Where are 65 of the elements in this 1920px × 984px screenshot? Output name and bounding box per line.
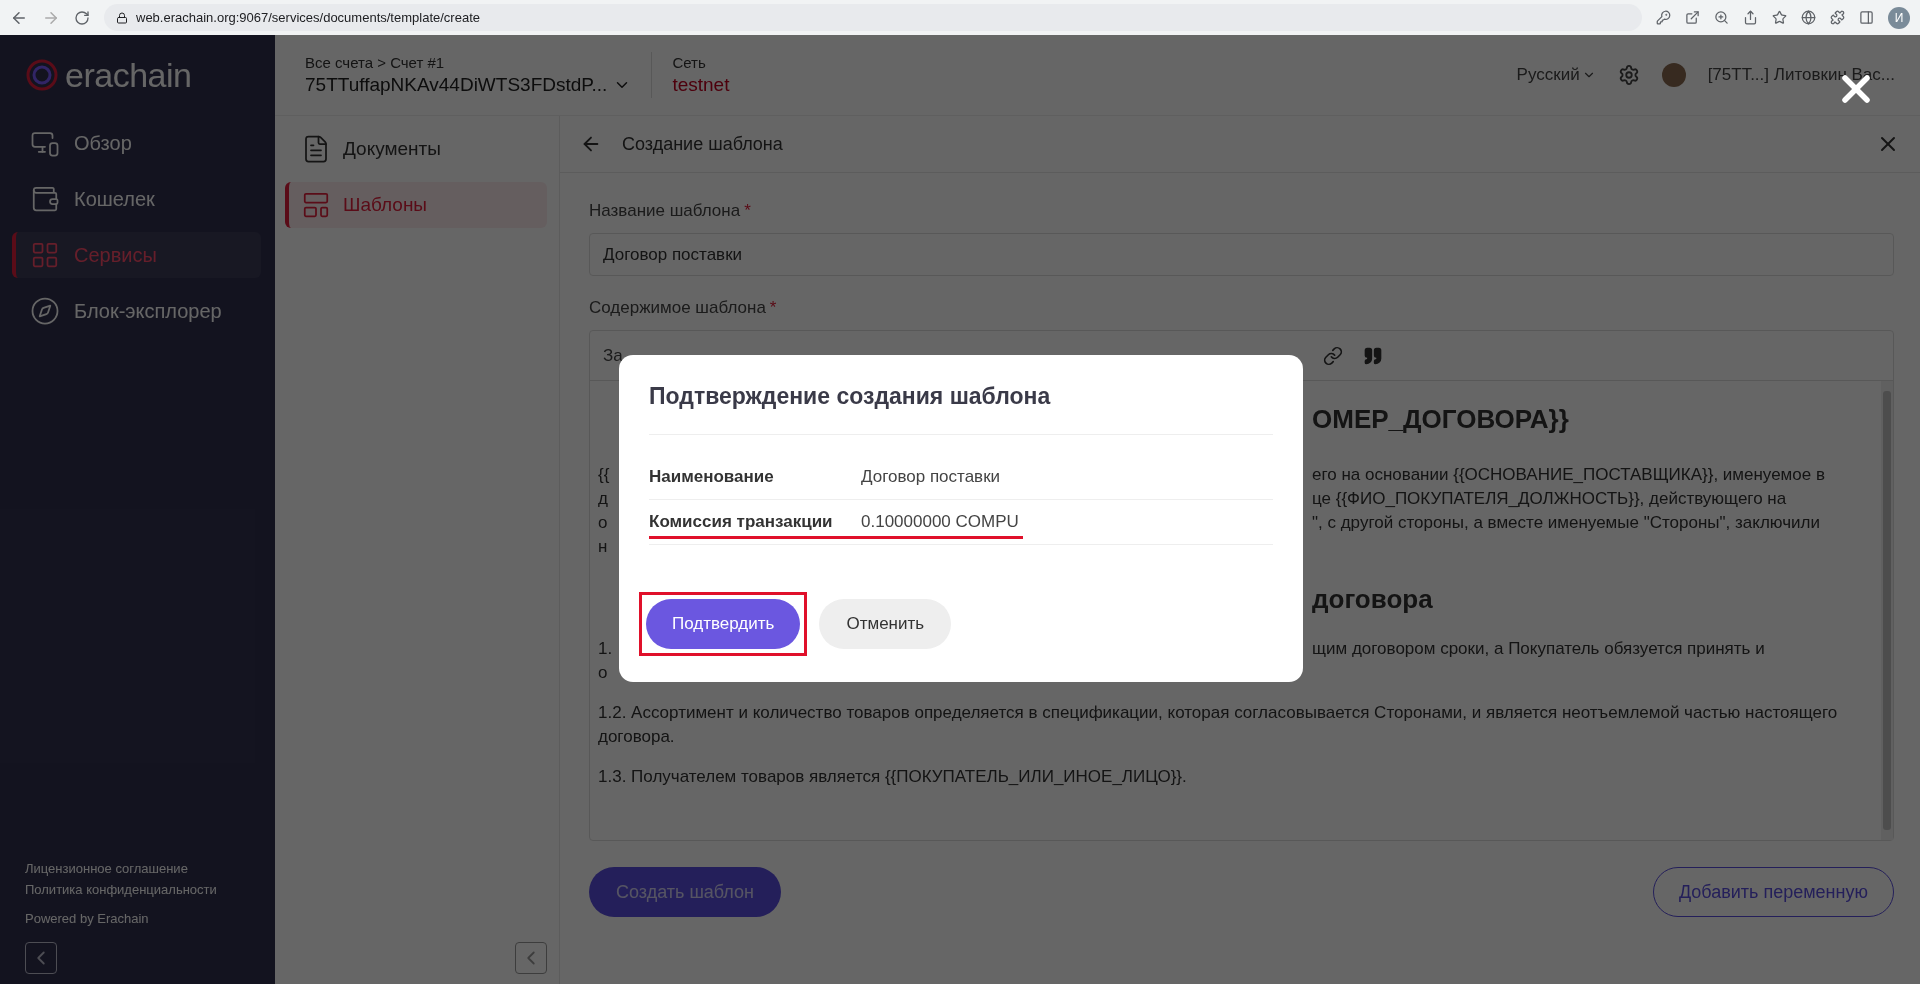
profile-avatar[interactable]: И bbox=[1888, 6, 1910, 29]
side-panel-icon[interactable] bbox=[1859, 10, 1874, 25]
logo-icon bbox=[25, 58, 59, 92]
row-label: Комиссия транзакции bbox=[649, 512, 834, 532]
editor-heading: ОМЕР_ДОГОВОРА}} bbox=[1312, 403, 1569, 436]
grid-icon bbox=[30, 240, 60, 270]
field-label: Название шаблона bbox=[589, 201, 741, 220]
wallet-icon bbox=[30, 184, 60, 214]
network-name: testnet bbox=[672, 74, 730, 96]
editor-text: ", с другой стороны, а вместе именуемые "Стороны", заключили bbox=[1312, 512, 1820, 534]
account-selector[interactable]: 75TTuffapNKAv44DiWTS3FDstdP... bbox=[305, 74, 632, 96]
language-selector[interactable]: Русский bbox=[1516, 65, 1580, 85]
format-dropdown[interactable]: За bbox=[603, 345, 623, 366]
subnav-item[interactable]: Шаблоны bbox=[285, 182, 547, 228]
editor-text: его на основании {{ОСНОВАНИЕ_ПОСТАВЩИКА}}, именуемое в bbox=[1312, 464, 1825, 486]
editor-text: це {{ФИО_ПОКУПАТЕЛЯ_ДОЛЖНОСТЬ}}, действующего на bbox=[1312, 488, 1787, 510]
open-external-icon[interactable] bbox=[1685, 10, 1700, 25]
editor-heading: договора bbox=[1312, 583, 1433, 616]
network-label: Сеть bbox=[672, 54, 707, 71]
row-value: 0.10000000 COMPU bbox=[861, 512, 1019, 532]
required-mark: * bbox=[744, 201, 751, 220]
logo-text: erachain bbox=[65, 55, 192, 95]
editor-paragraph: 1.3. Получателем товаров является {{ПОКУПАТЕЛЬ_ИЛИ_ИНОЕ_ЛИЦО}}. bbox=[598, 766, 1188, 788]
footer-link[interactable]: Лицензионное соглашение bbox=[25, 861, 250, 876]
editor-text: д bbox=[598, 488, 608, 510]
key-icon[interactable] bbox=[1656, 10, 1671, 25]
reload-icon[interactable] bbox=[74, 9, 90, 26]
template-name-field[interactable]: Договор поставки bbox=[589, 233, 1894, 276]
subnav-item[interactable]: Документы bbox=[285, 126, 547, 172]
page-title: Создание шаблона bbox=[622, 133, 783, 155]
editor-text: о bbox=[598, 512, 608, 534]
editor-paragraph: 1.2. Ассортимент и количество товаров определяется в спецификации, которая согласовывается Сторонами, и является неотъемлемой частью настоящего договора. bbox=[598, 702, 1839, 748]
confirm-button[interactable]: Подтвердить bbox=[646, 599, 801, 649]
dialog-title: Подтверждение создания шаблона bbox=[649, 383, 1273, 435]
footer-link[interactable]: Политика конфиденциальности bbox=[25, 882, 250, 897]
scrollbar[interactable] bbox=[1881, 381, 1893, 840]
globe-icon[interactable] bbox=[1801, 10, 1816, 25]
editor-text: н bbox=[598, 536, 608, 558]
puzzle-icon[interactable] bbox=[1830, 10, 1845, 25]
compass-icon bbox=[30, 296, 60, 326]
settings-icon[interactable] bbox=[1617, 64, 1640, 86]
required-mark: * bbox=[769, 298, 777, 317]
row-label: Наименование bbox=[649, 467, 775, 487]
address-bar[interactable]: web.erachain.org:9067/services/documents/template/create bbox=[104, 4, 1642, 31]
add-variable-button[interactable]: Добавить переменную bbox=[1652, 867, 1894, 917]
link-icon[interactable] bbox=[1322, 345, 1343, 366]
sidebar-item[interactable]: Кошелек bbox=[12, 176, 261, 222]
cancel-button[interactable]: Отменить bbox=[819, 599, 952, 649]
sidebar-item[interactable]: Обзор bbox=[12, 120, 261, 166]
user-avatar bbox=[1661, 63, 1686, 87]
breadcrumb[interactable]: Все счета > Счет #1 bbox=[305, 54, 632, 71]
zoom-icon[interactable] bbox=[1714, 10, 1729, 25]
sidebar-item[interactable]: Блок-эксплорер bbox=[12, 288, 261, 334]
editor-text: щим договором сроки, а Покупатель обязуется принять и bbox=[1312, 638, 1765, 660]
field-label: Содержимое шаблона bbox=[589, 298, 766, 317]
editor-text: 1. bbox=[598, 638, 613, 660]
editor-text: {{ bbox=[598, 464, 610, 486]
lock-icon bbox=[116, 11, 128, 24]
star-icon[interactable] bbox=[1772, 10, 1787, 25]
share-icon[interactable] bbox=[1743, 10, 1758, 25]
template-icon bbox=[301, 190, 331, 220]
editor-text: о bbox=[598, 662, 608, 684]
quote-icon[interactable] bbox=[1362, 345, 1383, 366]
powered-by-text: Powered by Erachain bbox=[25, 911, 150, 926]
row-value: Договор поставки bbox=[861, 467, 1001, 487]
